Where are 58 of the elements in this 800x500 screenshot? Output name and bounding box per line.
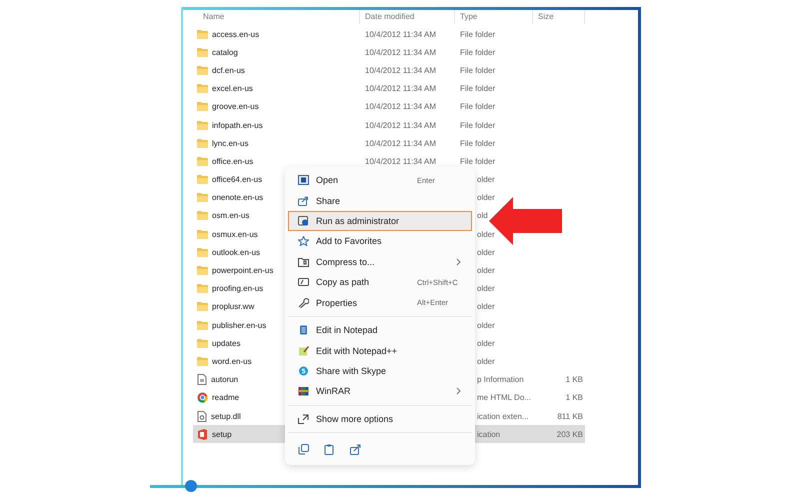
file-type: older: [477, 175, 495, 184]
file-type: File folder: [460, 156, 496, 166]
file-name: proofing.en-us: [212, 284, 264, 294]
file-type: older: [477, 230, 495, 239]
file-size: 1 KB: [566, 375, 583, 384]
file-name: updates: [212, 338, 240, 348]
file-type: older: [477, 302, 495, 312]
file-type: older: [477, 356, 495, 366]
file-name: osmux.en-us: [212, 230, 258, 239]
file-type: older: [477, 248, 495, 257]
file-name: access.en-us: [212, 30, 260, 39]
date-modified: 10/4/2012 11:34 AM: [365, 102, 436, 112]
file-type: File folder: [460, 102, 496, 112]
file-type: older: [477, 320, 495, 330]
file-name: infopath.en-us: [212, 120, 263, 130]
file-type: ication exten...: [477, 412, 529, 421]
file-name: osm.en-us: [212, 211, 250, 220]
file-name: excel.en-us: [212, 84, 253, 94]
file-type: File folder: [460, 84, 496, 94]
file-name: readme: [212, 393, 240, 402]
file-type: File folder: [460, 66, 496, 75]
file-name: dcf.en-us: [212, 66, 245, 75]
file-name: setup.dll: [211, 412, 241, 421]
file-name: outlook.en-us: [212, 248, 260, 257]
file-name: autorun: [211, 375, 238, 384]
date-modified: 10/4/2012 11:34 AM: [365, 120, 436, 130]
date-modified: 10/4/2012 11:34 AM: [365, 30, 436, 39]
file-type: older: [477, 266, 495, 276]
file-type: File folder: [460, 48, 496, 57]
file-type: older: [477, 338, 495, 348]
file-name: word.en-us: [212, 356, 252, 366]
file-size: 1 KB: [566, 393, 583, 402]
file-name: office.en-us: [212, 156, 254, 166]
date-modified: 10/4/2012 11:34 AM: [365, 66, 436, 75]
file-type: p Information: [477, 375, 524, 384]
date-modified: 10/4/2012 11:34 AM: [365, 138, 436, 148]
file-type: ication: [477, 430, 500, 439]
date-modified: 10/4/2012 11:34 AM: [365, 48, 436, 57]
file-name: lync.en-us: [212, 138, 248, 148]
file-type: older: [477, 193, 495, 202]
file-name: powerpoint.en-us: [212, 266, 274, 276]
file-name: onenote.en-us: [212, 193, 264, 202]
file-name: proplusr.ww: [212, 302, 254, 312]
date-modified: 10/4/2012 11:34 AM: [365, 156, 436, 166]
file-type: me HTML Do...: [477, 393, 531, 402]
file-type: old: [477, 211, 488, 220]
file-size: 203 KB: [556, 430, 583, 439]
file-type: File folder: [460, 138, 496, 148]
file-name: groove.en-us: [212, 102, 259, 112]
file-type: older: [477, 284, 495, 294]
file-name: catalog: [212, 48, 238, 57]
file-name: publisher.en-us: [212, 320, 266, 330]
file-size: 811 KB: [557, 412, 583, 421]
date-modified: 10/4/2012 11:34 AM: [365, 84, 436, 94]
file-name: office64.en-us: [212, 175, 262, 184]
file-name: setup: [212, 430, 232, 439]
file-type: File folder: [460, 30, 496, 39]
file-type: File folder: [460, 120, 496, 130]
